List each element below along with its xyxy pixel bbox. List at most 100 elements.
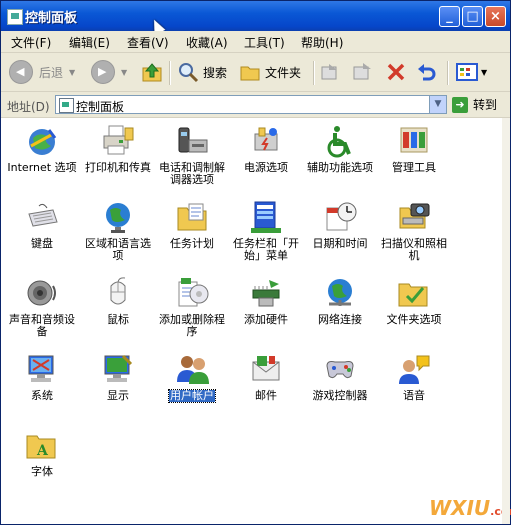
- vertical-scrollbar[interactable]: [502, 118, 510, 524]
- item-game-controllers[interactable]: 游戏控制器: [303, 352, 377, 402]
- undo-button[interactable]: [415, 59, 437, 85]
- item-folder-options[interactable]: 文件夹选项: [377, 276, 451, 326]
- item-mouse[interactable]: 鼠标: [81, 276, 155, 326]
- title-bar[interactable]: 控制面板 _ □ ×: [1, 1, 510, 31]
- minimize-button[interactable]: _: [439, 6, 460, 27]
- item-label: 电话和调制解调器选项: [159, 161, 225, 186]
- mail-icon: [249, 352, 283, 386]
- item-label: 添加或删除程序: [159, 313, 225, 338]
- views-dropdown-icon[interactable]: ▼: [481, 68, 487, 77]
- address-value: 控制面板: [76, 100, 125, 114]
- move-to-button[interactable]: [319, 59, 341, 85]
- watermark: WXIU.com: [429, 496, 511, 520]
- game-controllers-icon: [323, 352, 357, 386]
- item-user-accounts[interactable]: 用户帐户: [155, 352, 229, 403]
- printer-fax-icon: [101, 124, 135, 158]
- item-mail[interactable]: 邮件: [229, 352, 303, 402]
- menu-favorites[interactable]: 收藏(A): [186, 34, 228, 51]
- item-scheduled-tasks[interactable]: 任务计划: [155, 200, 229, 250]
- item-accessibility[interactable]: 辅助功能选项: [303, 124, 377, 174]
- views-button[interactable]: ▼: [455, 59, 487, 85]
- item-label: 系统: [31, 389, 53, 402]
- toolbar: ◀ 后退 ▼ ▶ ▼ 搜索 文件夹 ▼: [1, 53, 510, 92]
- admin-tools-icon: [397, 124, 431, 158]
- item-label: 语音: [403, 389, 425, 402]
- forward-button[interactable]: ▶ ▼: [91, 59, 127, 85]
- item-speech[interactable]: 语音: [377, 352, 451, 402]
- menu-file[interactable]: 文件(F): [11, 34, 51, 51]
- keyboard-icon: [25, 200, 59, 234]
- network-connections-icon: [323, 276, 357, 310]
- item-scanners-cameras[interactable]: 扫描仪和照相机: [377, 200, 451, 262]
- item-label: 声音和音频设备: [9, 313, 75, 338]
- item-label: 网络连接: [318, 313, 362, 326]
- item-label: 扫描仪和照相机: [381, 237, 447, 262]
- up-button[interactable]: [141, 59, 163, 85]
- svg-text:A: A: [36, 443, 49, 459]
- phone-modem-icon: [175, 124, 209, 158]
- forward-dropdown-icon[interactable]: ▼: [121, 68, 127, 77]
- item-add-hardware[interactable]: 添加硬件: [229, 276, 303, 326]
- add-remove-programs-icon: [175, 276, 209, 310]
- copy-to-icon: [353, 63, 371, 80]
- item-date-time[interactable]: 日期和时间: [303, 200, 377, 250]
- folders-label: 文件夹: [265, 65, 302, 80]
- folders-icon: [240, 66, 260, 81]
- address-dropdown-icon[interactable]: ▼: [429, 96, 446, 113]
- copy-to-button[interactable]: [351, 59, 373, 85]
- go-button[interactable]: ➜ 转到: [452, 96, 497, 113]
- scanner-camera-icon: [397, 200, 431, 234]
- speech-icon: [397, 352, 431, 386]
- item-fonts[interactable]: A 字体: [5, 428, 79, 478]
- fonts-icon: A: [25, 428, 59, 462]
- item-label: Internet 选项: [7, 161, 77, 174]
- folder-options-icon: [397, 276, 431, 310]
- item-label: 鼠标: [107, 313, 129, 326]
- views-icon: [456, 63, 478, 81]
- user-accounts-icon: [175, 352, 209, 386]
- add-hardware-icon: [249, 276, 283, 310]
- scheduled-tasks-icon: [175, 200, 209, 234]
- item-label: 用户帐户: [168, 389, 216, 403]
- item-printers-faxes[interactable]: 打印机和传真: [81, 124, 155, 174]
- back-button[interactable]: ◀ 后退 ▼: [9, 59, 75, 85]
- item-phone-modem[interactable]: 电话和调制解调器选项: [155, 124, 229, 186]
- undo-icon: [418, 64, 436, 81]
- item-network-connections[interactable]: 网络连接: [303, 276, 377, 326]
- menu-tools[interactable]: 工具(T): [244, 34, 285, 51]
- item-sound-audio[interactable]: 声音和音频设备: [5, 276, 79, 338]
- maximize-button[interactable]: □: [462, 6, 483, 27]
- item-label: 打印机和传真: [85, 161, 151, 174]
- control-panel-content: Internet 选项 打印机和传真 电话和调制解调器选项 电源选项 辅助功能选…: [1, 118, 511, 524]
- item-keyboard[interactable]: 键盘: [5, 200, 79, 250]
- search-button[interactable]: 搜索: [177, 59, 227, 85]
- item-display[interactable]: 显示: [81, 352, 155, 402]
- internet-options-icon: [25, 124, 59, 158]
- item-label: 日期和时间: [312, 237, 368, 250]
- go-arrow-icon: ➜: [452, 96, 468, 113]
- mouse-icon: [101, 276, 135, 310]
- search-icon: [179, 63, 199, 83]
- back-arrow-icon: ◀: [9, 60, 33, 84]
- item-power-options[interactable]: 电源选项: [229, 124, 303, 174]
- menu-edit[interactable]: 编辑(E): [69, 34, 110, 51]
- folders-button[interactable]: 文件夹: [239, 59, 301, 85]
- item-admin-tools[interactable]: 管理工具: [377, 124, 451, 174]
- item-internet-options[interactable]: Internet 选项: [5, 124, 79, 174]
- item-add-remove-programs[interactable]: 添加或删除程序: [155, 276, 229, 338]
- menu-help[interactable]: 帮助(H): [301, 34, 343, 51]
- item-region-language[interactable]: 区域和语言选项: [81, 200, 155, 262]
- back-dropdown-icon[interactable]: ▼: [69, 68, 75, 77]
- system-icon: [25, 352, 59, 386]
- close-button[interactable]: ×: [485, 6, 506, 27]
- item-label: 辅助功能选项: [307, 161, 373, 174]
- item-label: 显示: [107, 389, 129, 402]
- forward-arrow-icon: ▶: [91, 60, 115, 84]
- delete-button[interactable]: [385, 59, 407, 85]
- item-system[interactable]: 系统: [5, 352, 79, 402]
- item-label: 键盘: [31, 237, 53, 250]
- menu-view[interactable]: 查看(V): [127, 34, 169, 51]
- address-field[interactable]: 控制面板 ▼: [55, 95, 447, 114]
- item-label: 游戏控制器: [312, 389, 368, 402]
- item-taskbar-start-menu[interactable]: 任务栏和「开始」菜单: [229, 200, 303, 262]
